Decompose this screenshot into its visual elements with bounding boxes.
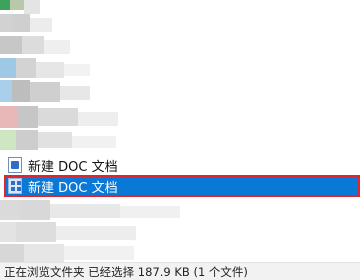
selected-file-row[interactable]: 新建 DOC 文档 bbox=[4, 175, 360, 197]
status-text: 正在浏览文件夹 已经选择 187.9 KB (1 个文件) bbox=[4, 264, 248, 279]
blurred-file-list bbox=[0, 0, 360, 262]
doc-file-icon bbox=[8, 157, 22, 173]
status-bar: 正在浏览文件夹 已经选择 187.9 KB (1 个文件) bbox=[0, 262, 360, 280]
doc-file-icon bbox=[8, 178, 22, 194]
file-row[interactable]: 新建 DOC 文档 bbox=[6, 154, 360, 176]
file-name: 新建 DOC 文档 bbox=[28, 159, 118, 175]
file-name: 新建 DOC 文档 bbox=[28, 180, 118, 196]
